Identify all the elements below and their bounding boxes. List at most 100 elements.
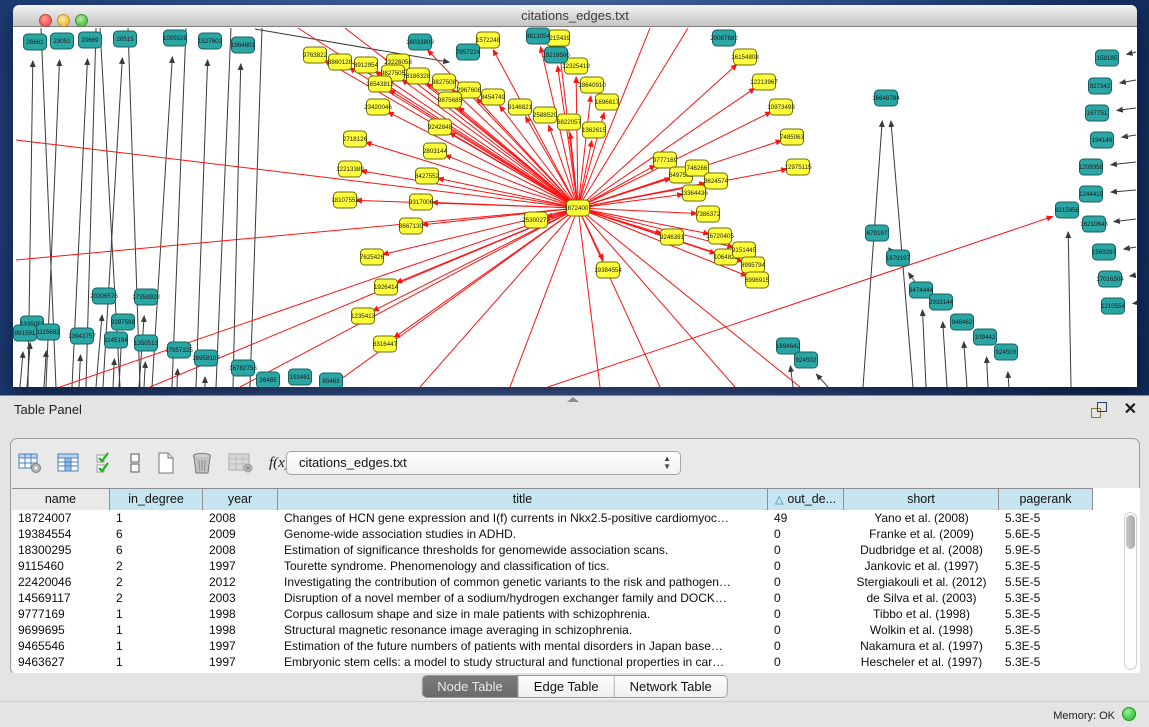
graph-node[interactable]: 9246391	[660, 229, 685, 245]
graph-node[interactable]: 9875685	[438, 92, 463, 108]
graph-node[interactable]: 10973493	[767, 99, 795, 115]
graph-node[interactable]: 9317006	[409, 194, 434, 210]
graph-node[interactable]: 8316447	[373, 336, 398, 352]
graph-edge[interactable]	[1120, 80, 1136, 83]
table-row[interactable]: 1938455462009Genome-wide association stu…	[12, 526, 1140, 542]
graph-edge[interactable]	[144, 362, 145, 387]
graph-edge[interactable]	[1117, 108, 1136, 111]
graph-node[interactable]: 23420046	[364, 99, 392, 115]
graph-node[interactable]: 109442	[974, 329, 997, 345]
graph-node[interactable]: 26465	[257, 372, 280, 387]
graph-node[interactable]: 2588520	[533, 107, 558, 123]
graph-node[interactable]: 2718126	[343, 131, 368, 147]
column-header-short[interactable]: short	[844, 489, 999, 510]
graph-node[interactable]: 25300273	[522, 212, 550, 228]
graph-node[interactable]: 1244419	[1079, 186, 1104, 202]
graph-node[interactable]: 16154808	[731, 49, 759, 65]
graph-edge[interactable]	[816, 374, 828, 387]
graph-node[interactable]: 8215958	[1055, 202, 1080, 218]
graph-node[interactable]: 8860128	[328, 54, 353, 70]
graph-node[interactable]: 7386372	[696, 206, 721, 222]
graph-edge[interactable]	[216, 28, 231, 387]
graph-node[interactable]: 17359928	[132, 289, 160, 305]
graph-node[interactable]: 17957225	[165, 342, 193, 358]
graph-edge[interactable]	[96, 315, 102, 387]
graph-node[interactable]: 924502	[795, 352, 818, 368]
graph-node[interactable]: 1005528	[163, 30, 188, 46]
table-row[interactable]: 2242004622012Investigating the contribut…	[12, 574, 1140, 590]
graph-node[interactable]: 18107552	[331, 192, 359, 208]
graph-edge[interactable]	[1008, 372, 1009, 387]
table-select-dropdown[interactable]: citations_edges.txt ▲▼	[286, 451, 681, 475]
graph-edge[interactable]	[578, 194, 683, 208]
graph-node[interactable]: 1350513	[134, 335, 159, 351]
graph-node[interactable]: 12975115	[784, 159, 812, 175]
graph-node[interactable]: 746266	[686, 160, 709, 176]
graph-node[interactable]: 1210554	[1101, 298, 1126, 314]
graph-edge[interactable]	[578, 208, 660, 387]
import-table-icon[interactable]	[228, 452, 254, 474]
graph-node[interactable]: 924503	[995, 344, 1018, 360]
column-header-name[interactable]: name	[12, 489, 110, 510]
graph-node[interactable]: 1964601	[231, 37, 256, 53]
graph-node[interactable]: 23051	[51, 33, 74, 49]
graph-node[interactable]: 1926414	[374, 279, 399, 295]
graph-node[interactable]: 20206576	[90, 288, 118, 304]
graph-node[interactable]: 9151445	[732, 242, 757, 258]
graph-node[interactable]: 6822057	[557, 114, 582, 130]
graph-node[interactable]: 1696617	[595, 94, 620, 110]
column-header-in_degree[interactable]: in_degree	[110, 489, 203, 510]
graph-node[interactable]: 12213389	[336, 161, 364, 177]
graph-node[interactable]: 1115682	[36, 324, 60, 340]
graph-edge[interactable]	[510, 208, 578, 387]
graph-edge[interactable]	[578, 208, 800, 387]
table-row[interactable]: 977716911998Corpus callosum shape and si…	[12, 606, 1140, 622]
close-panel-icon[interactable]: ✕	[1124, 399, 1137, 419]
rows-icon[interactable]	[129, 452, 141, 474]
graph-node[interactable]: 2803144	[423, 143, 448, 159]
table-row[interactable]: 1456911722003Disruption of a novel membe…	[12, 590, 1140, 606]
table-row[interactable]: 1830029562008Estimation of significance …	[12, 542, 1140, 558]
network-graph[interactable]: 1872400797638228860128891295423226058982…	[13, 27, 1137, 387]
graph-edge[interactable]	[79, 355, 80, 387]
graph-node[interactable]: 12213967	[750, 74, 778, 90]
table-row[interactable]: 969969511998Structural magnetic resonanc…	[12, 622, 1140, 638]
graph-node[interactable]: 16543812	[366, 76, 394, 92]
graph-edge[interactable]	[1111, 162, 1136, 165]
graph-node[interactable]: 927342	[1089, 78, 1112, 94]
graph-node[interactable]: 7485063	[780, 129, 805, 145]
graph-node[interactable]: 8186328	[406, 68, 431, 84]
graph-node[interactable]: 8427552	[415, 168, 440, 184]
graph-node[interactable]: 8912954	[354, 57, 379, 73]
column-header-year[interactable]: year	[203, 489, 278, 510]
graph-node[interactable]: 23364436	[680, 185, 708, 201]
graph-node[interactable]: 19384554	[594, 262, 622, 278]
graph-node[interactable]: 13942757	[68, 328, 96, 344]
graph-node[interactable]: 9777169	[653, 152, 678, 168]
graph-node[interactable]: 16210643	[1080, 216, 1108, 232]
graph-node[interactable]: 18724007	[564, 200, 592, 216]
graph-edge[interactable]	[558, 66, 578, 208]
network-window-titlebar[interactable]: citations_edges.txt	[13, 5, 1137, 27]
graph-node[interactable]: 9763822	[303, 47, 328, 63]
graph-edge[interactable]	[250, 28, 262, 387]
graph-edge[interactable]	[330, 208, 578, 387]
graph-node[interactable]: 26661	[24, 34, 47, 50]
graph-node[interactable]: 1145194	[104, 332, 128, 348]
table-row[interactable]: 911546021997Tourette syndrome. Phenomeno…	[12, 558, 1140, 574]
graph-edge[interactable]	[790, 366, 793, 387]
tab-edge-table[interactable]: Edge Table	[519, 676, 615, 697]
graph-node[interactable]: 20515	[114, 31, 137, 47]
graph-node[interactable]: 8813054	[526, 28, 551, 44]
table-row[interactable]: 1872400712008Changes of HCN gene express…	[12, 510, 1140, 526]
graph-node[interactable]: 17016504	[1096, 271, 1124, 287]
graph-edge[interactable]	[1068, 232, 1071, 387]
graph-edge[interactable]	[863, 121, 882, 387]
graph-edge[interactable]	[1111, 190, 1136, 192]
graph-node[interactable]: 16782753	[229, 360, 257, 376]
graph-node[interactable]: 8995794	[741, 257, 766, 273]
graph-node[interactable]: 3624574	[704, 173, 729, 189]
graph-node[interactable]: 1362615	[582, 122, 607, 138]
new-page-icon[interactable]	[156, 451, 176, 475]
graph-node[interactable]: 20669	[79, 32, 102, 48]
